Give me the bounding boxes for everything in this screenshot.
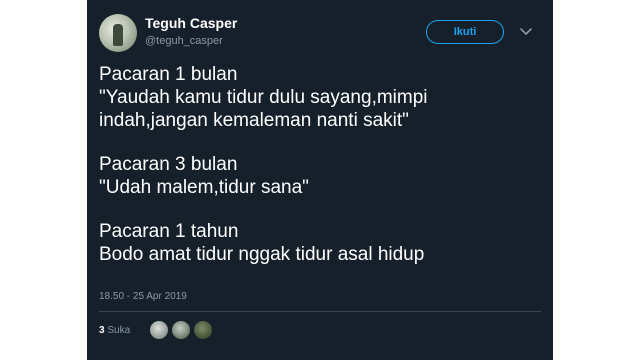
likes-label: Suka bbox=[107, 325, 131, 336]
tweet-paragraph: Pacaran 1 bulan "Yaudah kamu tidur dulu … bbox=[99, 63, 539, 132]
chevron-down-icon[interactable] bbox=[519, 26, 533, 38]
tweet-line: indah,jangan kemaleman nanti sakit" bbox=[99, 110, 409, 131]
tweet-text: Pacaran 1 bulan "Yaudah kamu tidur dulu … bbox=[99, 63, 539, 287]
tweet-paragraph: Pacaran 1 tahun Bodo amat tidur nggak ti… bbox=[99, 220, 539, 266]
divider bbox=[99, 311, 541, 312]
liker-avatar[interactable] bbox=[171, 320, 191, 340]
tweet-line: "Yaudah kamu tidur dulu sayang,mimpi bbox=[99, 87, 428, 108]
likes-count: 3 bbox=[99, 325, 105, 336]
tweet-line: Pacaran 1 bulan bbox=[99, 64, 238, 85]
follow-button[interactable]: Ikuti bbox=[426, 20, 504, 44]
tweet-line: Pacaran 3 bulan bbox=[99, 154, 238, 175]
avatar-figure bbox=[113, 24, 123, 46]
tweet-line: "Udah malem,tidur sana" bbox=[99, 177, 309, 198]
liker-avatar[interactable] bbox=[193, 320, 213, 340]
tweet-line: Bodo amat tidur nggak tidur asal hidup bbox=[99, 244, 425, 265]
tweet-line: Pacaran 1 tahun bbox=[99, 221, 239, 242]
avatar[interactable] bbox=[99, 14, 137, 52]
tweet-timestamp[interactable]: 18.50 - 25 Apr 2019 bbox=[99, 291, 187, 302]
liker-avatar[interactable] bbox=[149, 320, 169, 340]
likes-stat[interactable]: 3 Suka bbox=[99, 325, 130, 336]
user-name[interactable]: Teguh Casper bbox=[145, 15, 237, 31]
user-handle[interactable]: @teguh_casper bbox=[145, 35, 223, 47]
tweet-paragraph: Pacaran 3 bulan "Udah malem,tidur sana" bbox=[99, 153, 539, 199]
tweet-card: Teguh Casper @teguh_casper Ikuti Pacaran… bbox=[87, 0, 553, 360]
